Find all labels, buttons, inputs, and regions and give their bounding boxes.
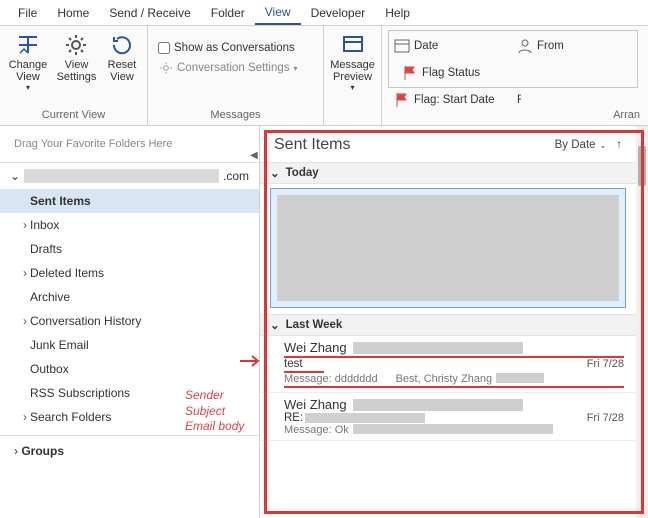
folder-drafts[interactable]: Drafts [0, 237, 259, 261]
conversation-settings-button[interactable]: Conversation Settings ▾ [154, 58, 317, 78]
menu-developer[interactable]: Developer [301, 2, 376, 24]
message-item-selected[interactable] [270, 188, 626, 308]
scrollbar[interactable] [636, 126, 648, 518]
message-preview: Message: Ok [284, 424, 624, 436]
change-view-icon [16, 33, 40, 57]
gear-icon [64, 33, 88, 57]
message-subject: RE: [284, 412, 587, 424]
arrange-date[interactable]: Date [390, 32, 513, 59]
message-item[interactable]: Wei Zhang RE:Fri 7/28 Message: Ok [260, 393, 636, 441]
chevron-down-icon: ⌄ [10, 169, 20, 183]
message-list: Sent Items By Date ⌄ ↑ ⌄ Today ⌄ Last We… [260, 126, 636, 518]
group-label-arrangement: Arran [388, 107, 642, 121]
chevron-right-icon: › [20, 410, 30, 424]
redacted [353, 342, 523, 354]
redacted [353, 399, 523, 411]
annotation-labels: Sender Subject Email body [185, 388, 244, 435]
menu-help[interactable]: Help [375, 2, 420, 24]
arrangement-gallery[interactable]: Date From To Flag Status Flag: Start Dat… [388, 30, 638, 88]
person-icon [517, 38, 533, 54]
change-view-button[interactable]: Change View ▾ [6, 30, 50, 107]
redacted-account [24, 169, 219, 183]
message-sender: Wei Zhang [284, 397, 347, 412]
menu-send-receive[interactable]: Send / Receive [99, 2, 200, 24]
folder-deleted[interactable]: ›Deleted Items [0, 261, 259, 285]
show-conversations-checkbox[interactable]: Show as Conversations [154, 40, 317, 56]
menu-bar: File Home Send / Receive Folder View Dev… [0, 0, 648, 26]
chevron-down-icon: ⌄ [270, 318, 280, 332]
group-label-current-view: Current View [6, 107, 141, 121]
scrollbar-thumb[interactable] [638, 146, 646, 186]
chevron-right-icon: › [20, 218, 30, 232]
chevron-down-icon: ⌄ [270, 166, 280, 180]
group-today[interactable]: ⌄ Today [260, 162, 636, 184]
message-subject: test [284, 358, 587, 370]
groups-header[interactable]: › Groups [0, 436, 259, 464]
chevron-down-icon: ▾ [26, 83, 30, 92]
folder-conv-history[interactable]: ›Conversation History [0, 309, 259, 333]
menu-folder[interactable]: Folder [201, 2, 255, 24]
arrange-flag-status[interactable]: Flag Status [398, 59, 521, 86]
message-date: Fri 7/28 [587, 412, 624, 424]
menu-home[interactable]: Home [47, 2, 99, 24]
sort-control[interactable]: By Date ⌄ ↑ [555, 139, 622, 151]
view-settings-button[interactable]: View Settings [54, 30, 99, 107]
menu-file[interactable]: File [8, 2, 47, 24]
folder-pane: ◀ Drag Your Favorite Folders Here ⌄ .com… [0, 126, 260, 518]
chevron-down-icon: ⌄ [600, 141, 607, 150]
annotation-arrow-icon [240, 354, 262, 368]
flag-icon [394, 92, 410, 108]
reset-icon [110, 33, 134, 57]
ribbon: Change View ▾ View Settings Reset View C… [0, 26, 648, 126]
calendar-icon [394, 38, 410, 54]
gear-icon [159, 61, 173, 75]
account-header[interactable]: ⌄ .com [0, 163, 259, 189]
menu-view[interactable]: View [255, 1, 301, 25]
redacted [496, 373, 544, 383]
favorites-placeholder[interactable]: Drag Your Favorite Folders Here [0, 126, 259, 163]
sort-direction-icon[interactable]: ↑ [616, 139, 622, 151]
group-label-messages: Messages [154, 107, 317, 121]
folder-outbox[interactable]: Outbox [0, 357, 259, 381]
folder-archive[interactable]: Archive [0, 285, 259, 309]
collapse-handle[interactable]: ◀ [250, 150, 260, 160]
message-preview: Message: ddddddd Best, Christy Zhang [284, 373, 624, 385]
chevron-right-icon: › [20, 314, 30, 328]
group-last-week[interactable]: ⌄ Last Week [260, 314, 636, 336]
message-item[interactable]: Wei Zhang testFri 7/28 Message: ddddddd … [260, 336, 636, 393]
redacted [353, 424, 553, 434]
reset-view-button[interactable]: Reset View [103, 30, 141, 107]
chevron-down-icon: ▾ [350, 83, 354, 92]
folder-inbox[interactable]: ›Inbox [0, 213, 259, 237]
message-date: Fri 7/28 [587, 358, 624, 370]
list-title: Sent Items [274, 136, 555, 154]
message-preview-button[interactable]: Message Preview ▾ [330, 30, 375, 119]
redacted-content [277, 195, 619, 301]
arrange-to[interactable]: To [390, 59, 398, 86]
folder-sent-items[interactable]: Sent Items [0, 189, 259, 213]
folder-junk[interactable]: Junk Email [0, 333, 259, 357]
arrange-from[interactable]: From [513, 32, 636, 59]
message-sender: Wei Zhang [284, 340, 347, 355]
flag-icon [402, 65, 418, 81]
chevron-down-icon: ▾ [294, 64, 298, 73]
preview-icon [341, 33, 365, 57]
chevron-right-icon: › [20, 266, 30, 280]
